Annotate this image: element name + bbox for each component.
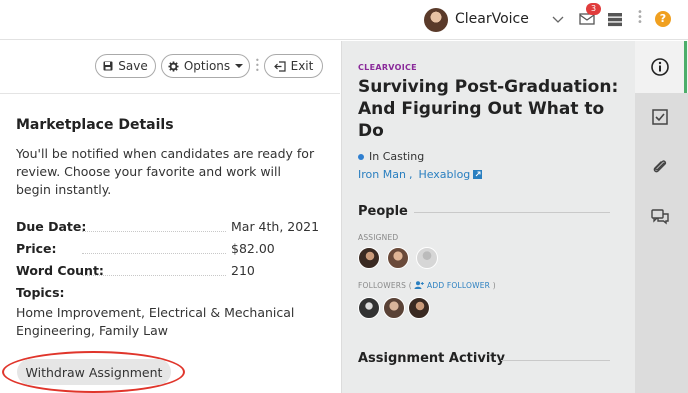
word-count-value: 210 [231,263,255,278]
options-label: Options [183,59,231,73]
assigned-label: ASSIGNED [358,233,399,242]
followers-close: ) [492,281,496,290]
avatar[interactable] [383,297,405,319]
toolbar-divider [0,93,340,94]
top-bar: ClearVoice 3 • • • ? [0,0,688,40]
caret-down-icon [235,64,244,68]
topics-label: Topics: [16,285,65,300]
avatar[interactable] [408,297,430,319]
save-button[interactable]: Save [95,54,156,78]
status-label: In Casting [369,150,425,163]
add-user-icon [414,281,425,289]
section-title: Marketplace Details [16,117,174,133]
avatar[interactable] [387,247,409,269]
due-date-label: Due Date: [16,219,87,234]
link-iron-man[interactable]: Iron Man [358,168,406,181]
brand-label: CLEARVOICE [358,63,417,72]
link-separator: , [408,168,413,181]
save-label: Save [118,59,148,73]
options-button[interactable]: Options [161,54,250,78]
comments-icon[interactable] [650,207,670,227]
status-dot-icon [358,153,364,160]
exit-icon [273,60,286,72]
avatar[interactable] [358,297,380,319]
withdraw-assignment-button[interactable]: Withdraw Assignment [17,359,171,385]
more-dots-icon[interactable]: • • • [637,8,643,28]
gear-icon [168,60,179,72]
checklist-icon[interactable] [650,107,670,127]
add-follower-label: ADD FOLLOWER [427,281,491,290]
toolbar-more-icon[interactable]: • • • [255,57,260,75]
exit-button[interactable]: Exit [264,54,323,78]
server-icon[interactable] [607,12,623,27]
paperclip-icon[interactable] [650,157,670,177]
link-hexablog[interactable]: Hexablog [418,168,470,181]
dotted-leader [82,253,226,254]
info-icon[interactable] [650,57,670,77]
side-rail [635,41,688,393]
avatar[interactable] [358,247,380,269]
followers-label: FOLLOWERS ( [358,281,412,290]
assignment-activity-title: Assignment Activity [358,351,505,366]
dotted-leader [82,231,226,232]
mail-badge: 3 [586,3,601,15]
section-description: You'll be notified when candidates are r… [16,146,315,197]
add-follower-link[interactable]: ADD FOLLOWER [414,281,492,290]
marketplace-panel: Save Options • • • Exit Marketplace Detail… [0,41,340,393]
rail-active-indicator [684,41,687,93]
section-divider [414,212,610,213]
assignment-panel: CLEARVOICE Surviving Post-Graduation: An… [341,41,635,393]
user-avatar[interactable] [424,8,448,32]
followers-row: FOLLOWERS ( ADD FOLLOWER ) [358,281,496,290]
price-value: $82.00 [231,241,275,256]
section-divider [501,360,610,361]
price-label: Price: [16,241,57,256]
chevron-down-icon[interactable] [551,12,565,26]
publication-links: Iron Man , Hexablog [358,168,483,181]
exit-label: Exit [290,59,314,73]
help-icon[interactable]: ? [655,11,671,27]
external-link-icon[interactable] [473,170,483,179]
save-icon [103,61,113,71]
user-name[interactable]: ClearVoice [455,11,529,27]
avatar-placeholder[interactable] [416,247,438,269]
dotted-leader [82,275,226,276]
due-date-value: Mar 4th, 2021 [231,219,320,234]
people-title: People [358,204,408,219]
topics-value: Home Improvement, Electrical & Mechanica… [16,305,295,338]
assignment-title: Surviving Post-Graduation: And Figuring … [358,77,619,141]
status-indicator: In Casting [358,150,424,163]
